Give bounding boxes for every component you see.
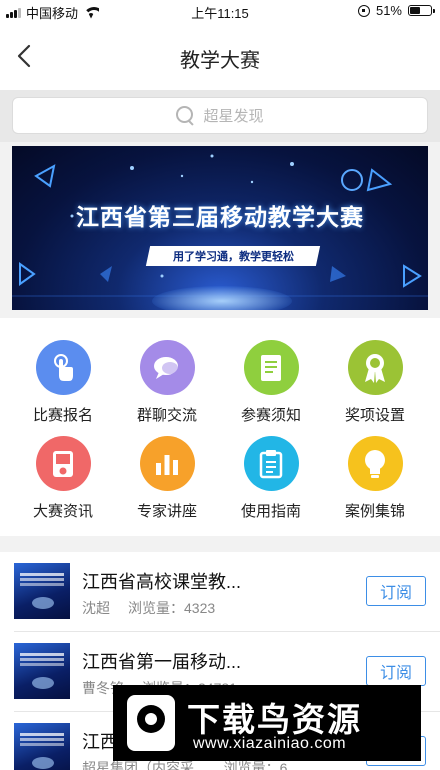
grid-label: 参赛须知 bbox=[240, 407, 301, 424]
grid-label: 案例集锦 bbox=[344, 503, 405, 520]
bird-logo-icon bbox=[127, 695, 175, 751]
bar-chart-icon bbox=[139, 436, 195, 491]
search-bar-area: 超星发现 bbox=[0, 90, 440, 142]
watermark-title: 下载鸟资源 bbox=[187, 701, 362, 738]
grid-item-group-chat[interactable]: 群聊交流 bbox=[112, 340, 222, 425]
grid-item-rules[interactable]: 参赛须知 bbox=[216, 340, 326, 425]
item-views-label: 浏览量： bbox=[223, 760, 280, 770]
banner-stage bbox=[152, 286, 292, 310]
chat-bubble-icon bbox=[139, 340, 195, 395]
list-item[interactable]: 江西省高校课堂教... 沈超 浏览量：4323 订阅 bbox=[0, 552, 440, 632]
search-icon bbox=[176, 106, 195, 125]
document-icon bbox=[243, 340, 299, 395]
item-views: 4323 bbox=[184, 600, 216, 616]
grid-label: 专家讲座 bbox=[136, 503, 197, 520]
grid-item-guide[interactable]: 使用指南 bbox=[216, 436, 326, 521]
battery-icon bbox=[408, 5, 435, 16]
nav-bar: 教学大赛 bbox=[0, 22, 440, 90]
clipboard-list-icon bbox=[243, 436, 299, 491]
status-right: 51% bbox=[357, 3, 435, 18]
banner-subtitle-text: 用了学习通，教学更轻松 bbox=[172, 251, 294, 263]
search-placeholder: 超星发现 bbox=[203, 108, 264, 125]
grid-item-lectures[interactable]: 专家讲座 bbox=[112, 436, 222, 521]
item-author: 超星集团（内容采... bbox=[82, 760, 206, 770]
grid-item-awards[interactable]: 奖项设置 bbox=[320, 340, 430, 425]
battery-percent: 51% bbox=[375, 3, 402, 18]
status-bar: 中国移动 上午11:15 51% bbox=[0, 0, 440, 22]
search-input[interactable]: 超星发现 bbox=[12, 97, 428, 134]
banner-title: 江西省第三届移动教学大赛 bbox=[76, 204, 364, 230]
rotation-lock-icon bbox=[357, 4, 370, 17]
item-title: 江西省第一届移动... bbox=[82, 652, 242, 672]
media-player-icon bbox=[35, 436, 91, 491]
grid-item-cases[interactable]: 案例集锦 bbox=[320, 436, 430, 521]
watermark-url: www.xiazainiao.com bbox=[193, 735, 347, 752]
grid-label: 群聊交流 bbox=[136, 407, 197, 424]
grid-label: 奖项设置 bbox=[344, 407, 405, 424]
subscribe-button[interactable]: 订阅 bbox=[366, 576, 426, 606]
grid-label: 大赛资讯 bbox=[32, 503, 93, 520]
item-thumbnail bbox=[14, 563, 70, 619]
item-title: 江西省高校课堂教... bbox=[82, 572, 242, 592]
award-ribbon-icon bbox=[347, 340, 403, 395]
banner-subtitle: 用了学习通，教学更轻松 bbox=[145, 246, 321, 266]
watermark-overlay: 下载鸟资源 www.xiazainiao.com bbox=[113, 685, 421, 761]
item-views: 6... bbox=[279, 760, 300, 770]
item-thumbnail bbox=[14, 643, 70, 699]
grid-item-news[interactable]: 大赛资讯 bbox=[8, 436, 118, 521]
grid-item-registration[interactable]: 比赛报名 bbox=[8, 340, 118, 425]
page-title: 教学大赛 bbox=[180, 50, 260, 72]
grid-label: 使用指南 bbox=[240, 503, 301, 520]
lightbulb-icon bbox=[347, 436, 403, 491]
item-views-label: 浏览量： bbox=[128, 600, 184, 616]
grid-label: 比赛报名 bbox=[32, 407, 93, 424]
battery-fill bbox=[410, 7, 421, 14]
item-meta: 沈超 浏览量：4323 bbox=[82, 598, 215, 618]
item-thumbnail bbox=[14, 723, 70, 770]
banner-carousel[interactable]: 江西省第三届移动教学大赛 用了学习通，教学更轻松 bbox=[12, 146, 428, 310]
subscribe-button[interactable]: 订阅 bbox=[366, 656, 426, 686]
item-author: 沈超 bbox=[82, 600, 110, 616]
tap-hand-icon bbox=[35, 340, 91, 395]
feature-grid: 比赛报名 群聊交流 参赛须知 奖项设置 大赛资讯 专家讲座 使用指南 案例集锦 bbox=[0, 318, 440, 536]
